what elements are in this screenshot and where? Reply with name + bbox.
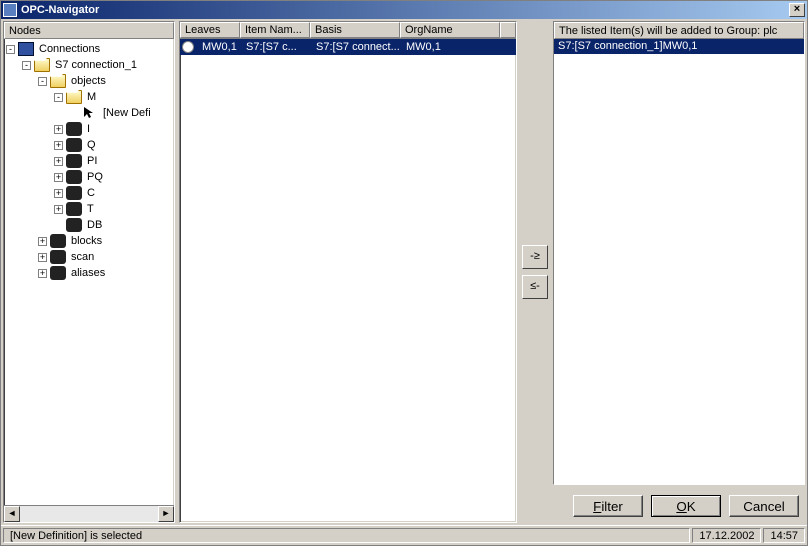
expand-icon[interactable]: + <box>54 205 63 214</box>
tree-item-aliases[interactable]: + aliases <box>6 265 174 281</box>
titlebar: OPC-Navigator × <box>1 1 807 19</box>
tree-item-t[interactable]: + T <box>6 201 174 217</box>
tree-panel: Nodes - Connections - S7 connection_1 - <box>3 21 175 523</box>
ok-button[interactable]: OK <box>651 495 721 517</box>
right-area: The listed Item(s) will be added to Grou… <box>553 21 805 523</box>
right-panel: The listed Item(s) will be added to Grou… <box>553 21 805 485</box>
binoculars-icon <box>50 234 66 248</box>
expand-icon[interactable]: + <box>54 157 63 166</box>
tree-item-db[interactable]: DB <box>6 217 174 233</box>
item-icon <box>182 41 194 53</box>
scroll-left-icon[interactable]: ◄ <box>4 506 20 522</box>
move-left-button[interactable]: ≤- <box>522 275 548 299</box>
col-spacer <box>500 22 516 38</box>
move-right-button[interactable]: -≥ <box>522 245 548 269</box>
tree-hscroll[interactable]: ◄ ► <box>4 505 174 522</box>
binoculars-icon <box>66 218 82 232</box>
connections-icon <box>18 42 34 56</box>
grid-body[interactable]: MW0,1 S7:[S7 c... S7:[S7 connect... MW0,… <box>180 39 516 522</box>
move-buttons: -≥ ≤- <box>521 21 549 523</box>
tree-item-pi[interactable]: + PI <box>6 153 174 169</box>
tree-item-i[interactable]: + I <box>6 121 174 137</box>
folder-open-icon <box>66 90 82 104</box>
right-list[interactable]: S7:[S7 connection_1]MW0,1 <box>554 39 804 484</box>
binoculars-icon <box>50 250 66 264</box>
folder-open-icon <box>50 74 66 88</box>
collapse-icon[interactable]: - <box>22 61 31 70</box>
filter-button[interactable]: Filter <box>573 495 643 517</box>
scroll-right-icon[interactable]: ► <box>158 506 174 522</box>
col-basis[interactable]: Basis <box>310 22 400 38</box>
binoculars-icon <box>66 170 82 184</box>
binoculars-icon <box>50 266 66 280</box>
expand-icon[interactable]: + <box>38 253 47 262</box>
grid-panel: Leaves Item Nam... Basis OrgName MW0,1 S… <box>179 21 517 523</box>
grid-row[interactable]: MW0,1 S7:[S7 c... S7:[S7 connect... MW0,… <box>180 39 516 55</box>
binoculars-icon <box>66 154 82 168</box>
tree-item-c[interactable]: + C <box>6 185 174 201</box>
window: OPC-Navigator × Nodes - Connections - S7… <box>0 0 808 546</box>
tree-item-pq[interactable]: + PQ <box>6 169 174 185</box>
tree-item-objects[interactable]: - objects <box>6 73 174 89</box>
collapse-icon[interactable]: - <box>38 77 47 86</box>
close-button[interactable]: × <box>789 3 805 17</box>
tree-item-newdef[interactable]: [New Defi <box>6 105 174 121</box>
tree-item-q[interactable]: + Q <box>6 137 174 153</box>
collapse-icon[interactable]: - <box>54 93 63 102</box>
app-icon <box>3 3 17 17</box>
content: Nodes - Connections - S7 connection_1 - <box>1 19 807 525</box>
expand-icon[interactable]: + <box>54 125 63 134</box>
tree[interactable]: - Connections - S7 connection_1 - object… <box>4 39 174 505</box>
status-date: 17.12.2002 <box>692 528 761 543</box>
col-orgname[interactable]: OrgName <box>400 22 500 38</box>
tree-root-connections[interactable]: - Connections <box>6 41 174 57</box>
cancel-button[interactable]: Cancel <box>729 495 799 517</box>
binoculars-icon <box>66 138 82 152</box>
col-leaves[interactable]: Leaves <box>180 22 240 38</box>
col-itemname[interactable]: Item Nam... <box>240 22 310 38</box>
tree-item-blocks[interactable]: + blocks <box>6 233 174 249</box>
status-message: [New Definition] is selected <box>3 528 690 543</box>
binoculars-icon <box>66 202 82 216</box>
right-header: The listed Item(s) will be added to Grou… <box>554 22 804 39</box>
collapse-icon[interactable]: - <box>6 45 15 54</box>
expand-icon[interactable]: + <box>54 189 63 198</box>
binoculars-icon <box>66 186 82 200</box>
binoculars-icon <box>66 122 82 136</box>
tree-header: Nodes <box>4 22 174 39</box>
status-time: 14:57 <box>763 528 805 543</box>
expand-icon[interactable]: + <box>38 269 47 278</box>
statusbar: [New Definition] is selected 17.12.2002 … <box>1 525 807 545</box>
tree-item-m[interactable]: - M <box>6 89 174 105</box>
expand-icon[interactable]: + <box>54 173 63 182</box>
tree-item-s7connection[interactable]: - S7 connection_1 <box>6 57 174 73</box>
expand-icon[interactable]: + <box>38 237 47 246</box>
window-title: OPC-Navigator <box>21 4 789 16</box>
button-row: Filter OK Cancel <box>553 485 805 523</box>
list-item[interactable]: S7:[S7 connection_1]MW0,1 <box>554 39 804 54</box>
cursor-icon <box>82 106 98 120</box>
tree-item-scan[interactable]: + scan <box>6 249 174 265</box>
folder-open-icon <box>34 58 50 72</box>
grid-header: Leaves Item Nam... Basis OrgName <box>180 22 516 39</box>
expand-icon[interactable]: + <box>54 141 63 150</box>
